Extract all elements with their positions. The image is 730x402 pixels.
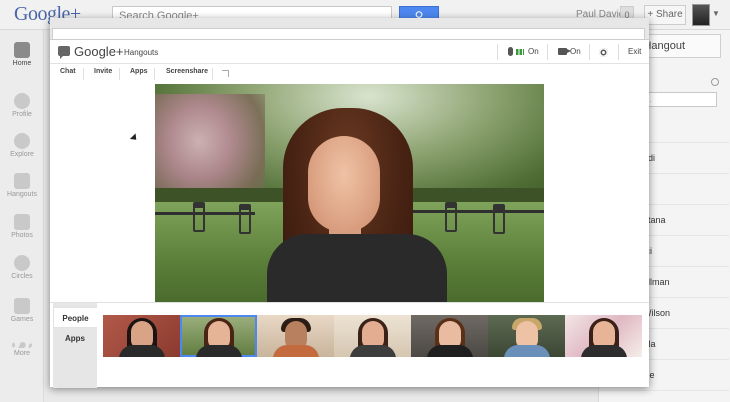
mic-state[interactable]: On xyxy=(528,47,539,56)
home-icon xyxy=(14,42,30,58)
speaker-face xyxy=(308,136,380,232)
thumb-body xyxy=(196,345,242,357)
hangout-toolbar: Chat Invite Apps Screenshare xyxy=(50,64,649,84)
video-chair xyxy=(239,204,251,234)
profile-icon xyxy=(14,93,30,109)
nav-label: Hangouts xyxy=(7,191,37,198)
nav-item-explore[interactable]: Explore xyxy=(0,133,44,158)
chat-options-icon[interactable] xyxy=(711,78,719,86)
thumb-body xyxy=(581,345,627,357)
hangout-product: Hangouts xyxy=(124,48,159,57)
tab-chat[interactable]: Chat xyxy=(60,68,76,75)
circles-icon xyxy=(14,255,30,271)
microphone-icon[interactable] xyxy=(508,47,513,56)
nav-item-circles[interactable]: Circles xyxy=(0,255,44,280)
explore-icon xyxy=(14,133,30,149)
divider xyxy=(618,44,619,60)
tab-people[interactable]: People xyxy=(53,307,97,328)
nav-item-photos[interactable]: Photos xyxy=(0,214,44,239)
window-bar-field xyxy=(52,28,645,40)
exit-button[interactable]: Exit xyxy=(628,47,641,56)
participant-thumbnail[interactable] xyxy=(334,315,411,357)
thumb-body xyxy=(273,345,319,357)
left-navigation: Home Profile Explore Hangouts Photos Cir… xyxy=(0,30,44,402)
nav-label: Profile xyxy=(12,111,32,118)
caret-down-icon[interactable]: ▼ xyxy=(712,9,720,18)
divider xyxy=(154,68,155,80)
participant-thumbnail[interactable] xyxy=(488,315,565,357)
video-table xyxy=(405,210,544,213)
window-bar xyxy=(50,18,649,40)
hangout-header: Google+ Hangouts On On Exit xyxy=(50,40,649,64)
nav-item-more[interactable]: More xyxy=(0,342,44,357)
divider xyxy=(119,68,120,80)
thumb-body xyxy=(350,345,396,357)
nav-item-hangouts[interactable]: Hangouts xyxy=(0,173,44,198)
photos-icon xyxy=(14,214,30,230)
tab-invite[interactable]: Invite xyxy=(94,68,112,75)
main-video[interactable] xyxy=(155,84,544,302)
participant-thumbnail[interactable] xyxy=(103,315,180,357)
divider xyxy=(497,44,498,60)
nav-item-games[interactable]: Games xyxy=(0,298,44,323)
divider xyxy=(212,68,213,80)
more-icon xyxy=(12,342,32,348)
participant-thumbnail-active[interactable] xyxy=(180,315,257,357)
participant-thumbnail[interactable] xyxy=(257,315,334,357)
settings-gear-icon[interactable] xyxy=(599,48,608,57)
games-icon xyxy=(14,298,30,314)
nav-label: Photos xyxy=(11,232,33,239)
thumb-body xyxy=(504,345,550,357)
hangout-brand: Google+ xyxy=(74,44,124,59)
share-button[interactable]: + Share xyxy=(644,5,686,25)
participants-strip: People Apps xyxy=(50,302,649,388)
participant-thumbnails xyxy=(103,315,642,357)
expand-icon[interactable] xyxy=(222,70,229,77)
mic-level-meter xyxy=(516,49,524,55)
nav-label: More xyxy=(14,350,30,357)
thumb-body xyxy=(427,345,473,357)
participant-thumbnail[interactable] xyxy=(565,315,642,357)
participant-thumbnail[interactable] xyxy=(411,315,488,357)
divider xyxy=(589,44,590,60)
nav-label: Games xyxy=(10,316,34,323)
camera-state[interactable]: On xyxy=(570,47,581,56)
video-chair xyxy=(493,204,505,234)
hangouts-icon xyxy=(14,173,30,189)
nav-label: Explore xyxy=(10,151,34,158)
video-chair xyxy=(445,202,457,232)
speaker-body xyxy=(267,234,447,302)
divider xyxy=(83,68,84,80)
camera-icon[interactable] xyxy=(558,48,571,55)
nav-item-home[interactable]: Home xyxy=(0,42,44,67)
tab-apps-side[interactable]: Apps xyxy=(53,328,97,349)
hangouts-logo-icon xyxy=(58,46,70,59)
divider xyxy=(547,44,548,60)
hangout-window: Google+ Hangouts On On Exit Chat Invite … xyxy=(50,18,649,388)
avatar[interactable] xyxy=(692,4,710,26)
nav-item-profile[interactable]: Profile xyxy=(0,93,44,118)
tab-screenshare[interactable]: Screenshare xyxy=(166,68,208,75)
nav-label: Home xyxy=(12,60,32,67)
thumb-body xyxy=(119,345,165,357)
mouse-cursor-icon xyxy=(129,133,140,143)
nav-label: Circles xyxy=(11,273,33,280)
tab-apps[interactable]: Apps xyxy=(130,68,148,75)
video-chair xyxy=(193,202,205,232)
